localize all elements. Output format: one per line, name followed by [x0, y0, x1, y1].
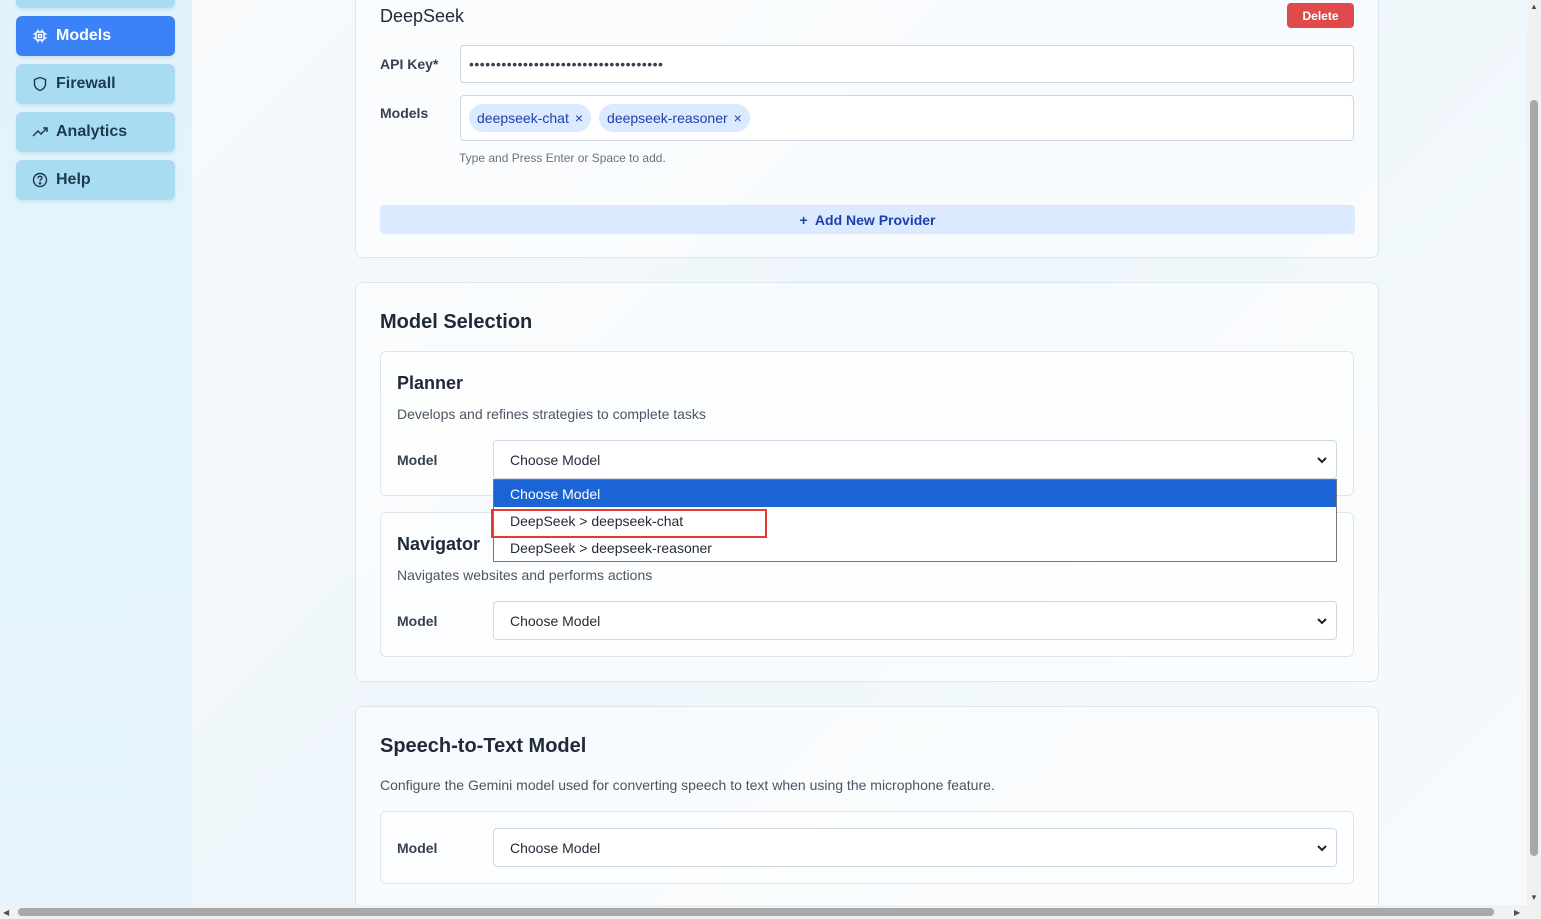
- navigator-model-select[interactable]: Choose Model: [493, 601, 1337, 640]
- remove-tag-icon[interactable]: ×: [575, 110, 583, 126]
- model-tag: deepseek-chat ×: [469, 104, 592, 132]
- sidebar-item-analytics[interactable]: Analytics: [16, 112, 175, 152]
- dropdown-option[interactable]: Choose Model: [494, 480, 1336, 507]
- horizontal-scrollbar[interactable]: ◀ ▶: [0, 905, 1527, 919]
- chevron-down-icon: [1316, 453, 1328, 465]
- api-key-label: API Key*: [380, 56, 439, 72]
- speech-model-label: Model: [397, 840, 438, 856]
- planner-description: Develops and refines strategies to compl…: [397, 406, 706, 422]
- remove-tag-icon[interactable]: ×: [734, 110, 742, 126]
- planner-model-select[interactable]: Choose Model: [493, 440, 1337, 479]
- help-circle-icon: [32, 172, 48, 188]
- sidebar-item-label: Help: [56, 171, 91, 188]
- model-tag: deepseek-reasoner ×: [599, 104, 750, 132]
- speech-to-text-description: Configure the Gemini model used for conv…: [380, 777, 995, 793]
- sidebar-item-models[interactable]: Models: [16, 16, 175, 56]
- model-tag-label: deepseek-chat: [477, 110, 569, 126]
- chip-icon: [32, 28, 48, 44]
- planner-model-label: Model: [397, 452, 438, 468]
- model-selection-title: Model Selection: [380, 311, 533, 333]
- delete-provider-button[interactable]: Delete: [1287, 3, 1354, 28]
- navigator-model-value: Choose Model: [510, 612, 601, 629]
- navigator-title: Navigator: [397, 534, 481, 554]
- api-key-input[interactable]: ••••••••••••••••••••••••••••••••••••: [460, 45, 1354, 83]
- scroll-left-icon[interactable]: ◀: [3, 908, 9, 917]
- chevron-down-icon: [1316, 614, 1328, 626]
- scroll-right-icon[interactable]: ▶: [1514, 908, 1520, 917]
- sidebar-item-label: Firewall: [56, 75, 116, 92]
- speech-model-select[interactable]: Choose Model: [493, 828, 1337, 867]
- vertical-scrollbar[interactable]: ▲ ▼: [1527, 0, 1541, 905]
- models-hint: Type and Press Enter or Space to add.: [459, 151, 666, 165]
- add-provider-button[interactable]: + Add New Provider: [380, 205, 1355, 234]
- navigator-description: Navigates websites and performs actions: [397, 567, 653, 583]
- dropdown-option[interactable]: DeepSeek > deepseek-reasoner: [494, 534, 1336, 561]
- planner-model-value: Choose Model: [510, 451, 601, 468]
- scroll-up-icon[interactable]: ▲: [1530, 2, 1538, 11]
- highlight-box: [491, 509, 767, 538]
- sidebar-item-label: Analytics: [56, 123, 128, 140]
- horizontal-scroll-thumb[interactable]: [18, 908, 1494, 916]
- shield-icon: [32, 76, 48, 92]
- speech-to-text-title: Speech-to-Text Model: [380, 735, 587, 757]
- scroll-down-icon[interactable]: ▼: [1530, 893, 1538, 902]
- speech-model-value: Choose Model: [510, 839, 601, 856]
- model-tag-label: deepseek-reasoner: [607, 110, 728, 126]
- scrollbar-corner: [1527, 905, 1541, 919]
- sidebar-item-help[interactable]: Help: [16, 160, 175, 200]
- planner-title: Planner: [397, 373, 464, 393]
- sidebar-item-firewall[interactable]: Firewall: [16, 64, 175, 104]
- models-tag-input[interactable]: deepseek-chat × deepseek-reasoner ×: [460, 95, 1354, 141]
- sidebar-item-label: Models: [56, 27, 112, 44]
- trend-icon: [32, 124, 48, 140]
- sidebar: Models Firewall Analytics Help: [0, 0, 192, 919]
- navigator-model-label: Model: [397, 613, 438, 629]
- sidebar-item-partial[interactable]: [16, 0, 175, 8]
- provider-name: DeepSeek: [380, 6, 465, 26]
- models-label: Models: [380, 105, 429, 121]
- chevron-down-icon: [1316, 841, 1328, 853]
- vertical-scroll-thumb[interactable]: [1530, 100, 1538, 856]
